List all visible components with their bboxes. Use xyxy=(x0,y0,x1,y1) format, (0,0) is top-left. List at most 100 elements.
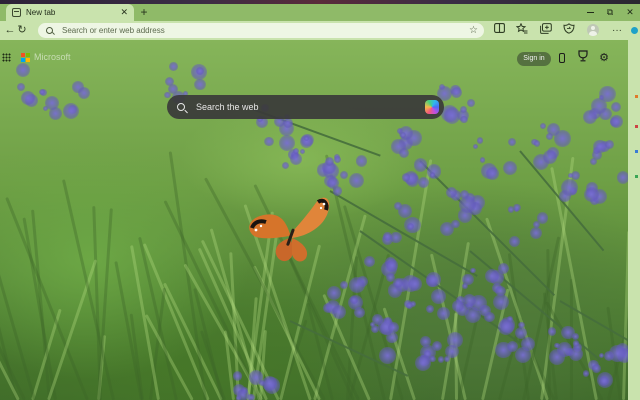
sidebar-app-icon[interactable] xyxy=(635,150,638,153)
lavender-bloom xyxy=(415,354,432,371)
lavender-bloom xyxy=(426,272,441,287)
sidebar-app-icon[interactable] xyxy=(635,95,638,98)
lavender-bloom xyxy=(349,172,365,188)
lavender-bloom xyxy=(430,288,446,304)
lavender-bloom xyxy=(431,340,442,351)
lavender-bloom xyxy=(467,98,476,107)
lavender-bloom xyxy=(264,137,274,147)
page-settings-icon[interactable]: ⚙ xyxy=(596,50,612,66)
lavender-bloom xyxy=(385,258,399,272)
sidebar-app-icon[interactable] xyxy=(635,175,638,178)
minimize-button[interactable] xyxy=(580,4,600,21)
lavender-bloom xyxy=(546,132,554,140)
lavender-bloom xyxy=(299,148,305,154)
lavender-bloom xyxy=(398,204,412,218)
apps-launcher-icon[interactable] xyxy=(2,53,11,62)
grass-blade xyxy=(569,278,574,400)
lavender-bloom xyxy=(446,332,463,349)
lavender-bloom xyxy=(598,352,605,358)
search-icon xyxy=(46,27,53,34)
lavender-bloom xyxy=(495,285,506,297)
lavender-bloom xyxy=(497,262,509,274)
new-tab-page: Microsoft Sign in ⚙ Search the web xyxy=(0,40,628,400)
lavender-bloom xyxy=(339,171,348,180)
add-favorite-icon[interactable]: ☆ xyxy=(469,25,478,36)
lavender-bloom xyxy=(292,147,300,154)
lavender-bloom xyxy=(282,162,290,170)
restore-button[interactable]: ⧉ xyxy=(600,4,620,21)
lavender-bloom xyxy=(289,153,302,165)
lavender-bloom xyxy=(17,82,25,91)
lavender-bloom xyxy=(164,91,171,98)
new-tab-page-icon xyxy=(12,8,21,17)
rewards-icon[interactable] xyxy=(575,50,591,66)
mobile-phone-icon[interactable] xyxy=(554,50,570,66)
web-search-box[interactable]: Search the web xyxy=(167,95,444,119)
lavender-bloom xyxy=(462,274,474,286)
lavender-bloom xyxy=(472,143,478,149)
lavender-bloom xyxy=(561,325,575,340)
close-tab-icon[interactable]: ✕ xyxy=(120,8,128,17)
lavender-bloom xyxy=(486,167,499,180)
copilot-icon[interactable] xyxy=(425,100,439,114)
lavender-bloom xyxy=(402,173,411,182)
browser-essentials-icon[interactable] xyxy=(561,23,577,38)
lavender-bloom xyxy=(492,294,509,311)
favorites-icon[interactable] xyxy=(514,22,530,38)
lavender-bloom xyxy=(327,176,340,189)
lavender-bloom xyxy=(557,342,572,357)
new-tab-button[interactable]: + xyxy=(138,5,150,19)
lavender-bloom xyxy=(62,102,80,119)
lavender-bloom xyxy=(484,268,500,283)
sidebar-app-icon[interactable] xyxy=(635,125,638,128)
lavender-bloom xyxy=(533,140,541,147)
lavender-bloom xyxy=(38,88,45,95)
lavender-bloom xyxy=(539,123,546,130)
refresh-button[interactable]: ↻ xyxy=(14,21,30,40)
lavender-bloom xyxy=(194,78,206,91)
close-window-button[interactable]: ✕ xyxy=(620,4,640,21)
logo-square-blue xyxy=(21,58,25,62)
lavender-bloom xyxy=(542,149,558,164)
lavender-bloom xyxy=(364,256,376,268)
tab-title: New tab xyxy=(26,8,56,17)
search-icon xyxy=(177,103,185,111)
more-options-icon[interactable]: ··· xyxy=(609,23,625,38)
lavender-bloom xyxy=(610,101,621,112)
sign-in-button[interactable]: Sign in xyxy=(517,52,551,66)
lavender-bloom xyxy=(469,267,476,274)
tab-new-tab[interactable]: New tab ✕ xyxy=(6,4,134,21)
lavender-bloom xyxy=(383,232,392,241)
logo-square-red xyxy=(21,53,25,57)
lavender-bloom xyxy=(572,340,580,347)
lavender-bloom xyxy=(413,158,428,172)
address-bar[interactable]: Search or enter web address ☆ xyxy=(38,23,484,38)
web-search-placeholder: Search the web xyxy=(196,102,259,112)
split-screen-icon[interactable] xyxy=(491,23,507,38)
lavender-bloom xyxy=(340,281,349,290)
lavender-bloom xyxy=(609,345,626,362)
lavender-bloom xyxy=(169,62,178,71)
lavender-bloom xyxy=(582,370,590,377)
lavender-bloom xyxy=(507,137,517,147)
collections-icon[interactable] xyxy=(538,23,554,38)
lavender-bloom xyxy=(547,327,557,336)
lavender-bloom xyxy=(598,375,609,386)
lavender-bloom xyxy=(554,130,571,147)
lavender-bloom xyxy=(237,389,250,400)
lavender-bloom xyxy=(460,115,468,123)
lavender-bloom xyxy=(437,356,444,363)
lavender-bloom xyxy=(605,139,615,149)
copilot-sidebar-icon[interactable] xyxy=(631,27,638,34)
lavender-bloom xyxy=(369,321,375,328)
lavender-bloom xyxy=(480,157,486,163)
lavender-bloom xyxy=(331,304,347,320)
lavender-bloom xyxy=(450,219,460,229)
lavender-bloom xyxy=(15,62,30,77)
lavender-bloom xyxy=(450,86,462,98)
lavender-bloom xyxy=(437,307,450,321)
lavender-bloom xyxy=(407,276,422,291)
profile-avatar[interactable] xyxy=(587,24,599,36)
sidebar xyxy=(628,40,640,400)
microsoft-brand-text: Microsoft xyxy=(34,52,71,62)
